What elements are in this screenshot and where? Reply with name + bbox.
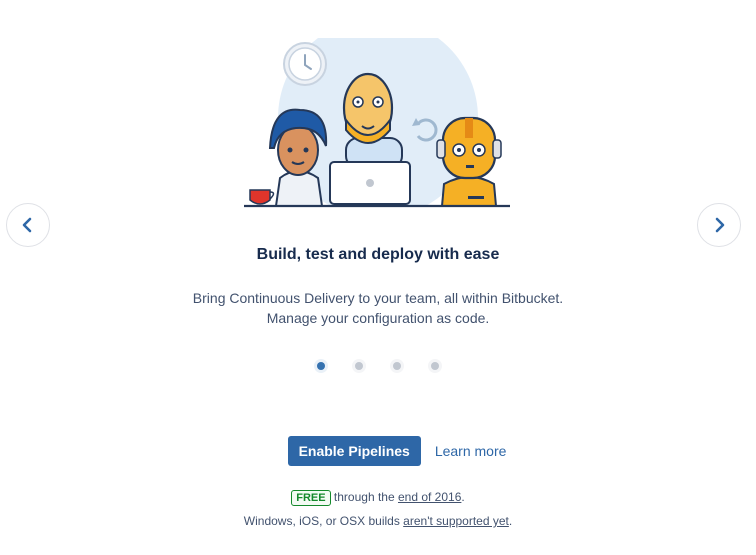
clock-icon [283,42,327,86]
pagination-dot-2[interactable] [352,359,366,373]
description-line-2: Manage your configuration as code. [266,310,490,326]
slide-description: Bring Continuous Delivery to your team, … [0,288,756,328]
end-of-2016-link[interactable]: end of 2016 [398,490,461,504]
laptop-icon [329,161,411,205]
builds-footnote: Windows, iOS, or OSX builds aren't suppo… [0,514,756,528]
pagination-dot-1[interactable] [314,359,328,373]
robot-figure [436,116,502,207]
carousel-next-button[interactable] [697,203,741,247]
developer-figure-woman [268,108,328,207]
learn-more-link[interactable]: Learn more [435,443,507,459]
chevron-left-icon [22,217,32,233]
actions-bar: Enable Pipelines Learn more [0,436,756,466]
description-line-1: Bring Continuous Delivery to your team, … [192,290,564,306]
carousel-prev-button[interactable] [6,203,50,247]
slide-title: Build, test and deploy with ease [256,246,500,263]
pagination-dot-3[interactable] [390,359,404,373]
pipelines-illustration [240,38,516,213]
free-footnote: FREE through the end of 2016. [0,490,756,506]
chevron-right-icon [715,217,725,233]
pagination-dot-4[interactable] [428,359,442,373]
coffee-cup-icon [249,189,275,205]
through-text: through the [330,490,398,504]
carousel-pagination [0,359,756,373]
enable-pipelines-button[interactable]: Enable Pipelines [287,436,421,466]
unsupported-link[interactable]: aren't supported yet [403,514,509,528]
builds-text: Windows, iOS, or OSX builds [243,514,404,528]
free-badge: FREE [291,490,331,506]
footnote-period: . [461,490,465,504]
footnote-period-2: . [508,514,513,528]
